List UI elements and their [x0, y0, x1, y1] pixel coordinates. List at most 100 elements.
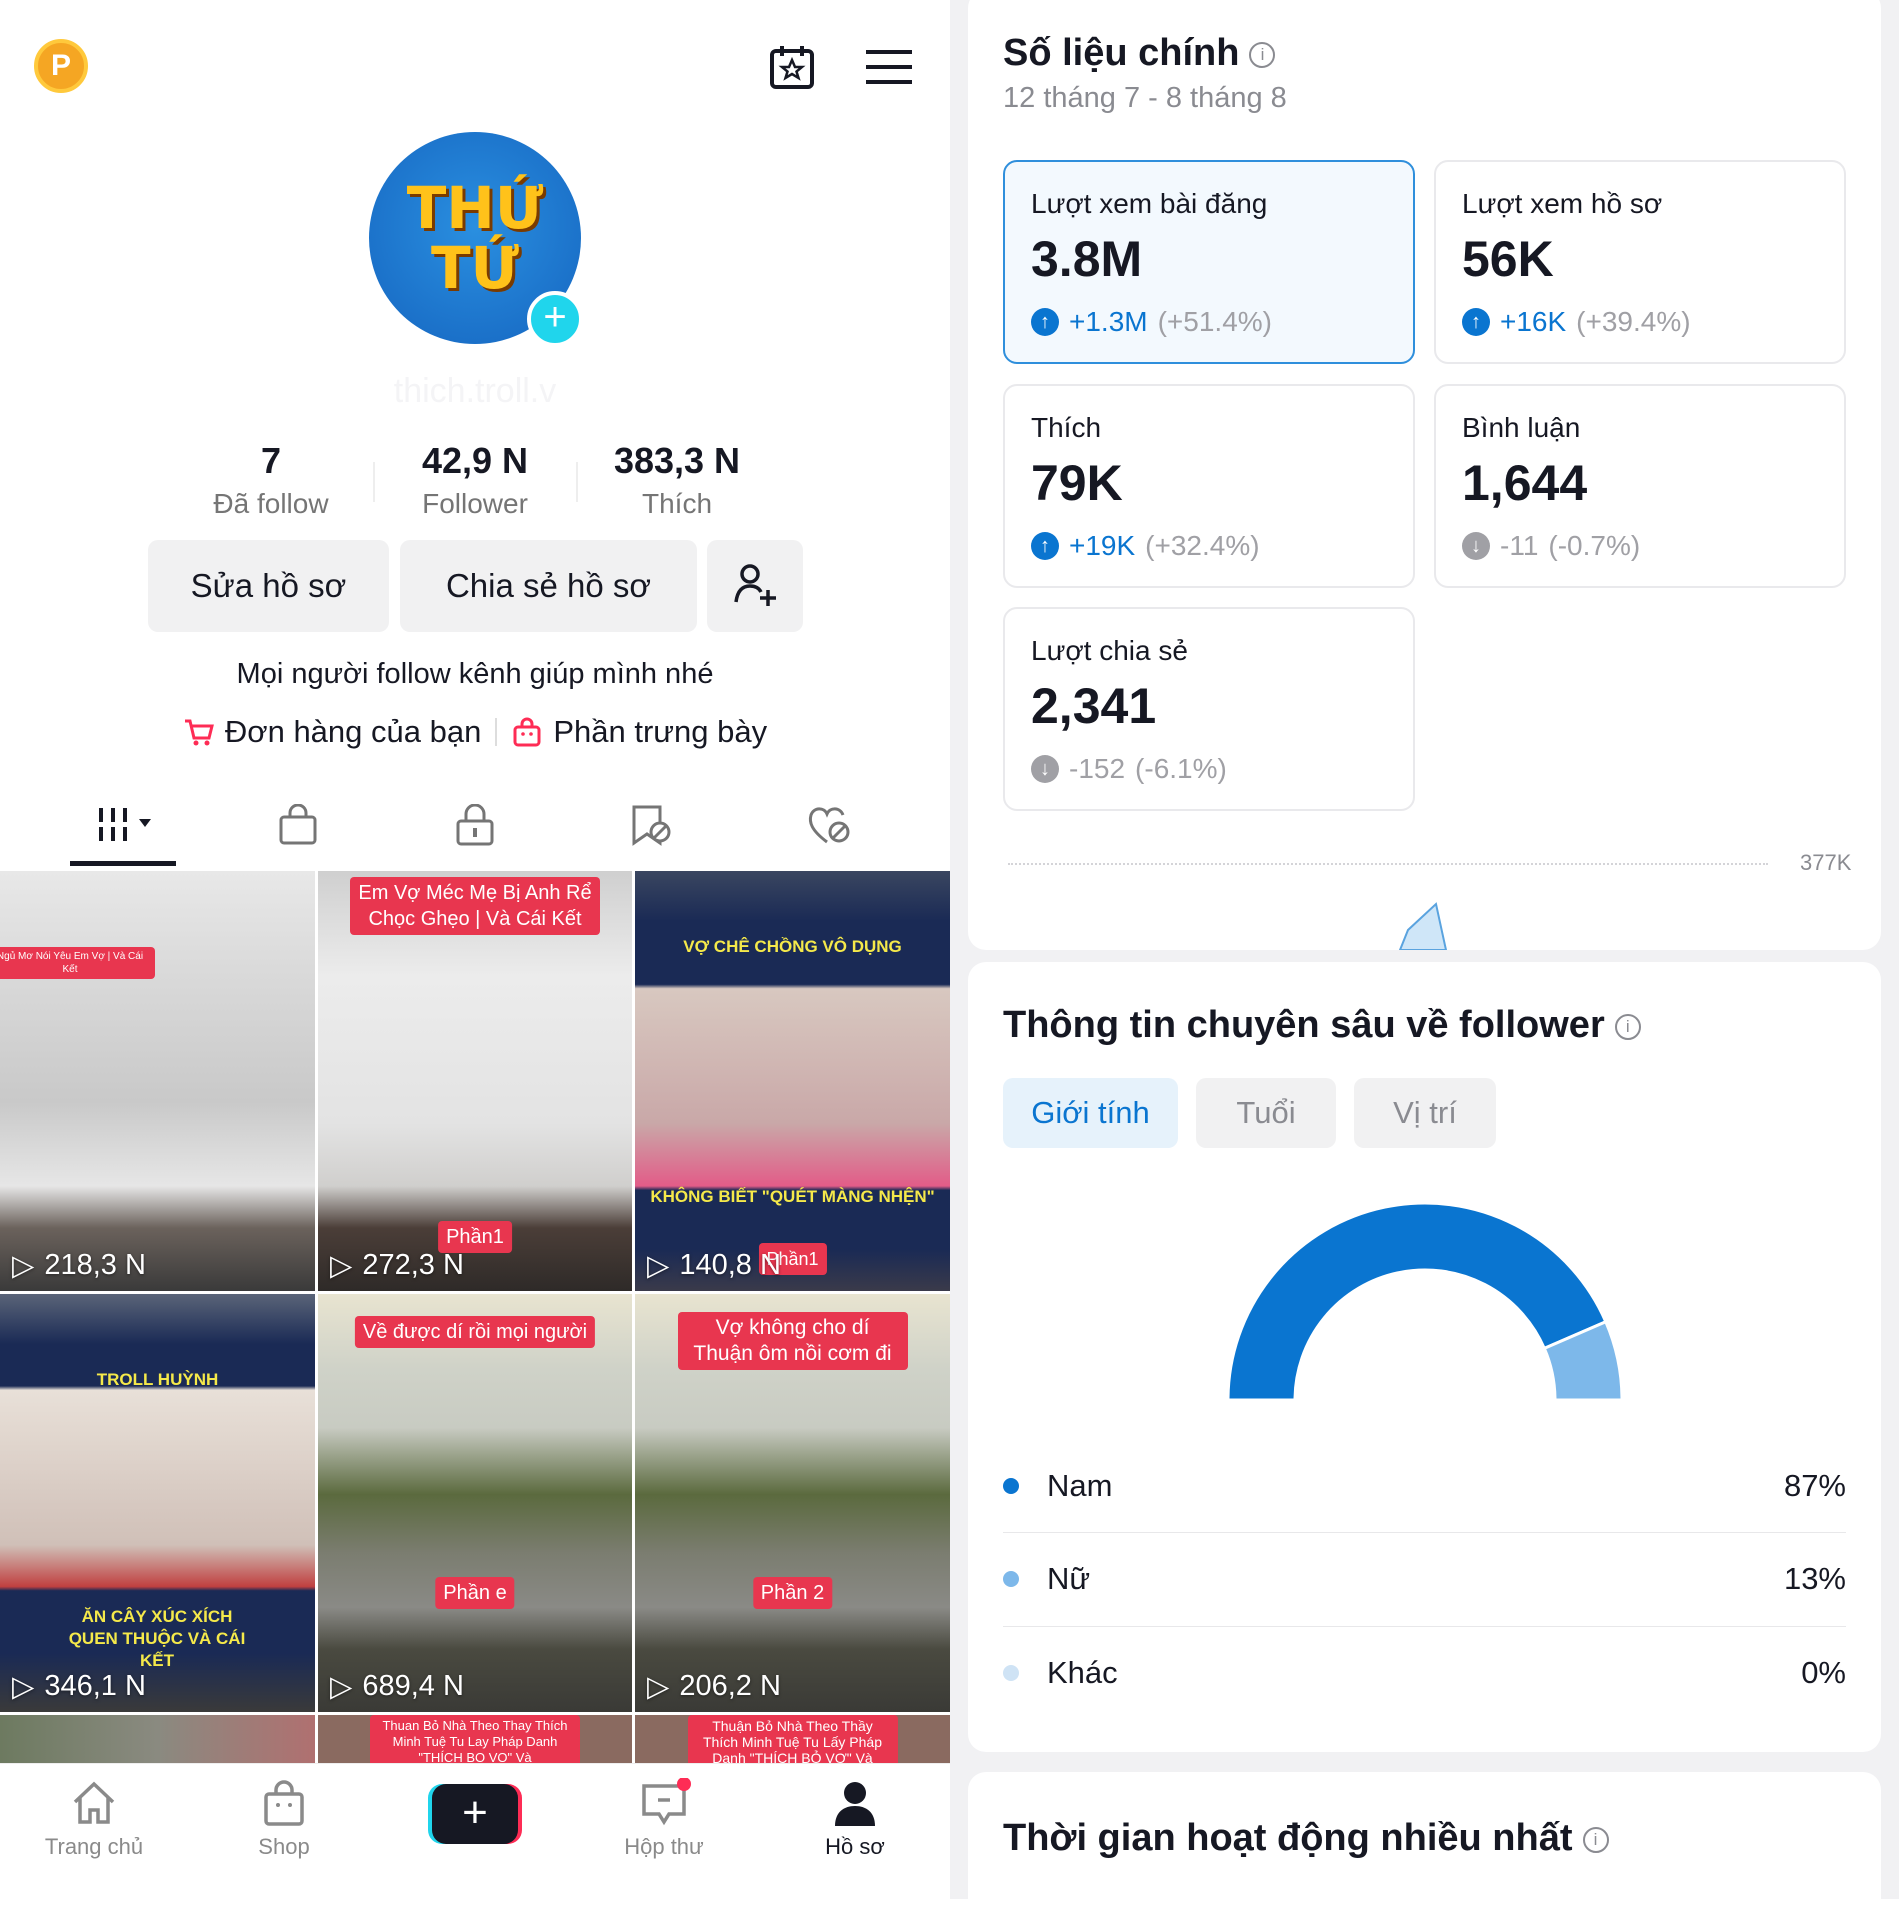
legend-row: Nữ 13% — [1003, 1549, 1846, 1609]
play-icon: ▷ — [647, 1250, 670, 1282]
video-thumbnail[interactable]: Em Vợ Méc Mẹ Bị Anh Rể Chọc Ghẹo | Và Cá… — [318, 871, 632, 1291]
chart-max-label: 377K — [1800, 850, 1852, 875]
metric-card[interactable]: Lượt xem bài đăng 3.8M ↑ +1.3M (+51.4%) — [1003, 160, 1415, 364]
tab-saved[interactable] — [622, 800, 682, 850]
showcase-link[interactable]: Phần trưng bày — [511, 714, 767, 750]
stat-followers[interactable]: 42,9 N Follower — [375, 440, 575, 520]
create-button[interactable]: + — [428, 1784, 522, 1844]
play-icon: ▷ — [12, 1671, 35, 1703]
gender-half-donut-chart — [1226, 1201, 1624, 1402]
active-time-card: Thời gian hoạt động nhiều nhất i — [968, 1772, 1881, 1932]
chart-gridline — [1008, 863, 1768, 865]
video-thumbnail[interactable]: Thuan Bỏ Nhà Theo Thay Thích Minh Tuệ Tu… — [318, 1715, 632, 1763]
add-avatar-button[interactable]: + — [527, 291, 583, 347]
metric-label: Bình luận — [1462, 412, 1581, 443]
shopping-bag-icon — [513, 717, 541, 747]
video-thumbnail[interactable]: TROLL HUỲNH ĂN CÂY XÚC XÍCH QUEN THUỘC V… — [0, 1294, 315, 1712]
legend-dot — [1003, 1478, 1019, 1494]
metric-change: ↑ +16K (+39.4%) — [1462, 306, 1818, 338]
divider — [495, 718, 498, 746]
metric-label: Lượt xem hồ sơ — [1462, 188, 1663, 219]
nav-profile[interactable]: Hồ sơ — [785, 1778, 925, 1860]
bio: Mọi người follow kênh giúp mình nhé — [236, 658, 714, 690]
menu-icon[interactable] — [866, 50, 912, 84]
legend-row: Nam 87% — [1003, 1456, 1846, 1516]
metric-label: Lượt chia sẻ — [1031, 635, 1188, 666]
metric-card[interactable]: Bình luận 1,644 ↓ -11 (-0.7%) — [1434, 384, 1846, 588]
tab-location[interactable]: Vị trí — [1354, 1078, 1496, 1148]
shop-icon — [264, 1780, 304, 1826]
home-icon — [73, 1781, 115, 1824]
divider — [1003, 1626, 1846, 1627]
view-count: ▷ 206,2 N — [647, 1670, 781, 1703]
active-time-title: Thời gian hoạt động nhiều nhất i — [1003, 1817, 1609, 1860]
inbox-icon — [642, 1777, 691, 1826]
tab-liked[interactable] — [800, 800, 860, 850]
stat-likes[interactable]: 383,3 N Thích — [577, 440, 777, 520]
play-icon: ▷ — [330, 1671, 353, 1703]
username: thich.troll.v — [393, 372, 557, 410]
view-count: ▷ 346,1 N — [12, 1670, 146, 1703]
metric-card[interactable]: Lượt chia sẻ 2,341 ↓ -152 (-6.1%) — [1003, 607, 1415, 811]
video-thumbnail[interactable]: Ngủ Mơ Nói Yêu Em Vợ | Và Cái Kết ▷ 218,3… — [0, 871, 315, 1291]
metric-card[interactable]: Lượt xem hồ sơ 56K ↑ +16K (+39.4%) — [1434, 160, 1846, 364]
coin-icon[interactable]: P — [34, 39, 88, 93]
calendar-star-icon[interactable] — [769, 44, 815, 90]
info-icon[interactable]: i — [1249, 41, 1276, 68]
heart-hidden-icon — [808, 807, 850, 844]
date-range: 12 tháng 7 - 8 tháng 8 — [1003, 82, 1287, 114]
active-tab-indicator — [70, 861, 176, 866]
video-thumbnail[interactable]: Thuận Bỏ Nhà Theo Thầy Thích Minh Tuệ Tu… — [635, 1715, 950, 1763]
nav-shop[interactable]: Shop — [214, 1778, 354, 1860]
video-thumbnail[interactable]: Về được dí rồi mọi người Phần e ▷ 689,4 N — [318, 1294, 632, 1712]
play-icon: ▷ — [647, 1671, 670, 1703]
key-metrics-card: Số liệu chính i 12 tháng 7 - 8 tháng 8 Lư… — [968, 0, 1881, 950]
tab-gender[interactable]: Giới tính — [1003, 1078, 1178, 1148]
add-friend-button[interactable] — [707, 540, 803, 632]
info-icon[interactable]: i — [1614, 1013, 1641, 1040]
metric-value: 1,644 — [1462, 455, 1588, 511]
edit-profile-button[interactable]: Sửa hồ sơ — [148, 540, 389, 632]
arrow-down-icon: ↓ — [1462, 532, 1490, 560]
legend-dot — [1003, 1665, 1019, 1681]
nav-home[interactable]: Trang chủ — [24, 1778, 164, 1860]
view-count: ▷ 272,3 N — [330, 1249, 464, 1282]
play-icon: ▷ — [330, 1250, 353, 1282]
orders-link[interactable]: Đơn hàng của bạn — [183, 714, 481, 750]
cart-icon — [184, 719, 214, 746]
plus-icon: + — [432, 1784, 518, 1844]
metric-value: 2,341 — [1031, 678, 1157, 734]
view-count: ▷ 218,3 N — [12, 1249, 146, 1282]
metric-value: 79K — [1031, 455, 1123, 511]
info-icon[interactable]: i — [1582, 1826, 1609, 1853]
video-thumbnail[interactable] — [0, 1715, 315, 1763]
share-profile-button[interactable]: Chia sẻ hồ sơ — [400, 540, 697, 632]
profile-icon — [835, 1782, 875, 1826]
tab-shop[interactable] — [268, 800, 328, 850]
play-icon: ▷ — [12, 1250, 35, 1282]
bottom-nav: Trang chủ Shop + Hộp thư Hồ sơ — [0, 1763, 950, 1899]
key-metrics-title: Số liệu chính i — [1003, 32, 1276, 75]
video-thumbnail[interactable]: VỢ CHÊ CHỒNG VÔ DỤNG KHÔNG BIẾT "QUÉT MÀ… — [635, 871, 950, 1291]
bookmark-hidden-icon — [632, 805, 671, 846]
arrow-up-icon: ↑ — [1462, 308, 1490, 336]
metric-change: ↑ +1.3M (+51.4%) — [1031, 306, 1387, 338]
tab-private[interactable] — [445, 800, 505, 850]
view-count: ▷ 140,8 N — [647, 1249, 781, 1282]
profile-links: Đơn hàng của bạn Phần trưng bày — [0, 714, 950, 750]
video-thumbnail[interactable]: Vợ không cho dí Thuận ôm nồi cơm đi Phần… — [635, 1294, 950, 1712]
views-line-chart — [1398, 902, 1448, 950]
legend-dot — [1003, 1571, 1019, 1587]
stat-following[interactable]: 7 Đã follow — [171, 440, 371, 520]
metric-value: 3.8M — [1031, 231, 1143, 287]
tab-age[interactable]: Tuổi — [1196, 1078, 1336, 1148]
tab-videos[interactable] — [86, 800, 166, 850]
view-count: ▷ 689,4 N — [330, 1670, 464, 1703]
metric-card[interactable]: Thích 79K ↑ +19K (+32.4%) — [1003, 384, 1415, 588]
divider — [1003, 1532, 1846, 1533]
add-user-icon — [734, 564, 776, 606]
nav-inbox[interactable]: Hộp thư — [594, 1777, 734, 1860]
metric-label: Thích — [1031, 412, 1102, 443]
lock-icon — [456, 804, 494, 846]
arrow-up-icon: ↑ — [1031, 532, 1059, 560]
